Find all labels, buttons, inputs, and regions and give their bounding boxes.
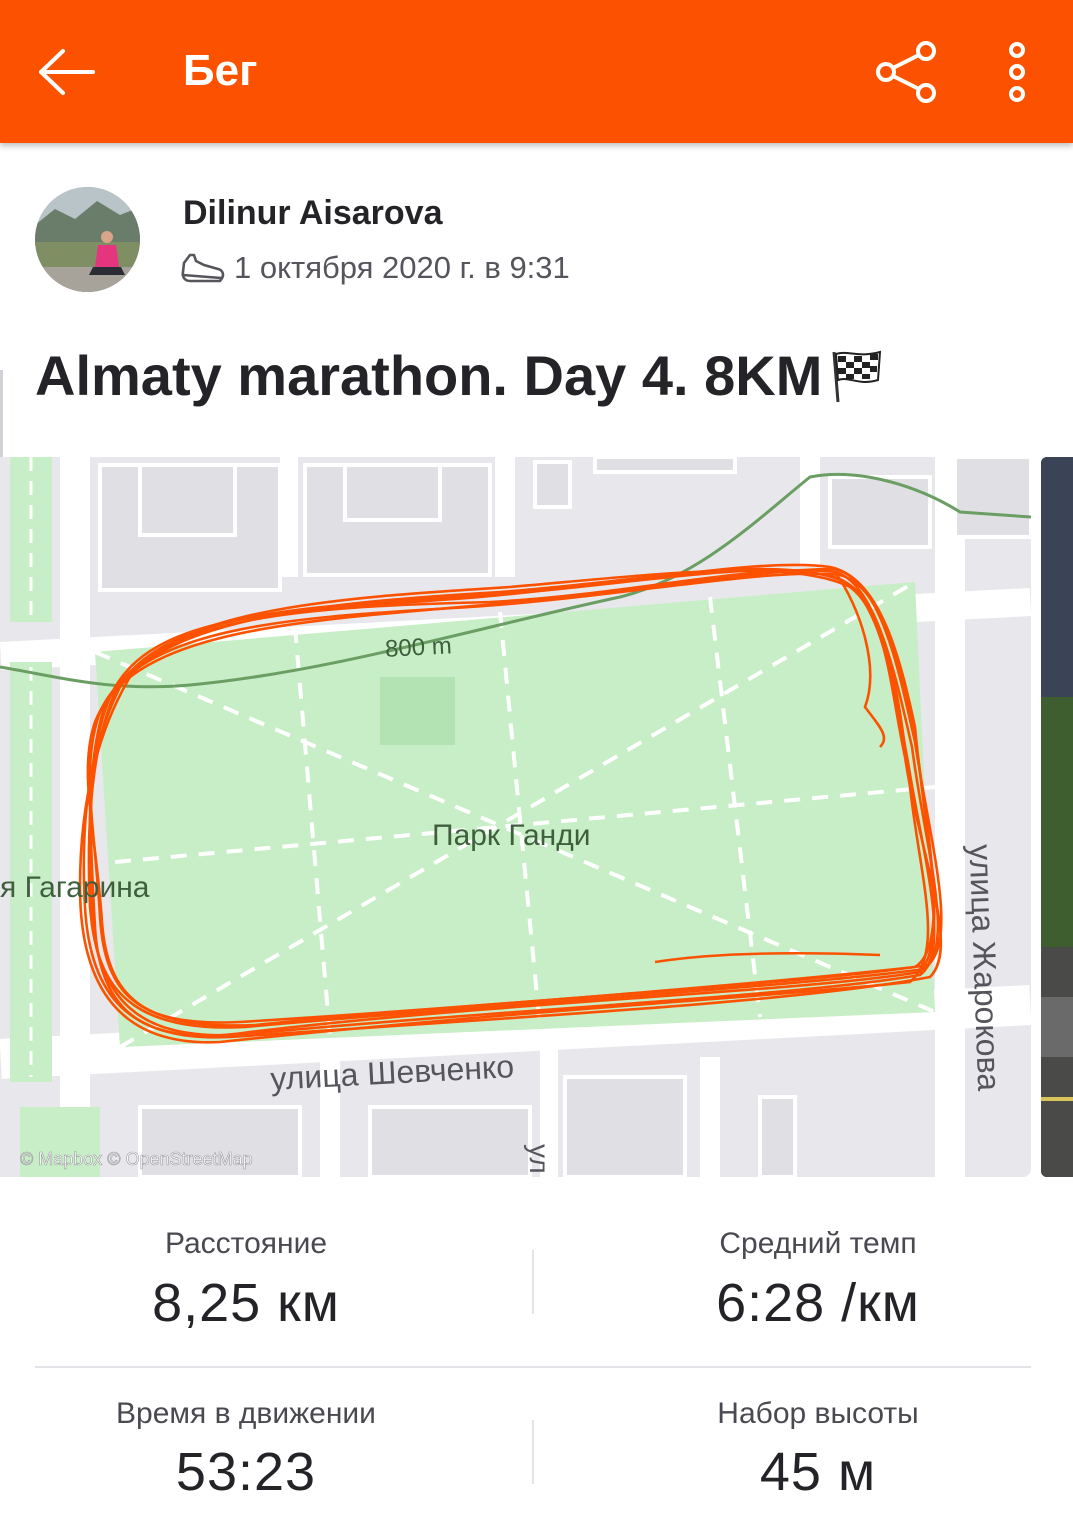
route-map[interactable]: 800 m Парк Ганди я Гагарина улица Шевчен…: [0, 457, 1031, 1177]
park-label: Парк Ганди: [432, 819, 590, 852]
avg-pace-value: 6:28 /км: [716, 1273, 920, 1333]
street-label-left: я Гагарина: [0, 871, 150, 904]
more-options-button[interactable]: [990, 34, 1044, 110]
stats-divider-horizontal: [35, 1366, 1031, 1368]
stats-divider-vertical: [532, 1250, 534, 1314]
distance-label: Расстояние: [164, 1227, 328, 1260]
stats-divider-vertical-2: [532, 1420, 534, 1484]
athlete-name[interactable]: Dilinur Aisarova: [183, 194, 442, 233]
moving-time-value: 53:23: [175, 1442, 317, 1502]
checkered-flag-icon: [832, 350, 882, 402]
activity-title-text: Almaty marathon. Day 4. 8KM: [35, 344, 823, 407]
more-vertical-icon: [1009, 42, 1025, 102]
activity-photo-peek[interactable]: [1041, 457, 1073, 1177]
page-title: Бег: [183, 46, 258, 95]
back-button[interactable]: [30, 36, 102, 108]
distance-value: 8,25 км: [152, 1273, 340, 1333]
street-label-small: ул: [524, 1144, 555, 1174]
elevation-gain-value: 45 м: [759, 1442, 877, 1502]
scale-label: 800 m: [384, 632, 452, 662]
elevation-gain-label: Набор высоты: [717, 1397, 919, 1430]
avatar[interactable]: [35, 187, 140, 292]
moving-time-label: Время в движении: [116, 1397, 376, 1430]
share-icon: [876, 41, 936, 103]
activity-meta: 1 октября 2020 г. в 9:31: [180, 250, 570, 286]
activity-date: 1 октября 2020 г. в 9:31: [234, 250, 570, 285]
arrow-left-icon: [39, 49, 95, 95]
running-shoe-icon: [181, 253, 225, 283]
app-bar: Бег: [0, 0, 1073, 143]
map-attribution[interactable]: © Mapbox © OpenStreetMap: [20, 1149, 253, 1170]
avg-pace-label: Средний темп: [719, 1227, 917, 1260]
share-button[interactable]: [868, 34, 944, 110]
activity-title: Almaty marathon. Day 4. 8KM: [35, 343, 886, 408]
